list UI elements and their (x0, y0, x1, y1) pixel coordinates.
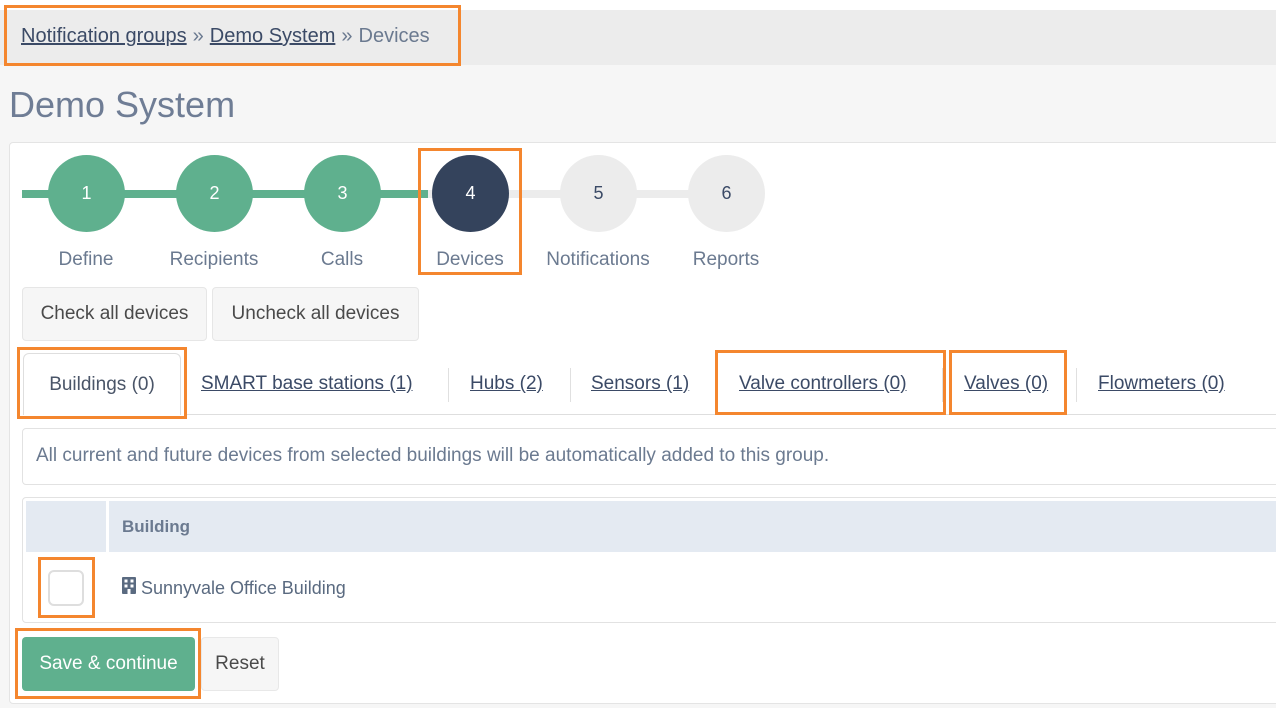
breadcrumb-current: Devices (358, 25, 430, 47)
step-2-circle[interactable]: 2 (176, 155, 253, 232)
tab-smart-base-stations[interactable]: SMART base stations (1) (201, 373, 413, 395)
step-4-circle[interactable]: 4 (432, 155, 509, 232)
table-header-building: Building (109, 501, 1276, 552)
step-4-label[interactable]: Devices (400, 249, 540, 271)
tab-hubs[interactable]: Hubs (2) (470, 373, 543, 395)
tab-divider (942, 368, 943, 402)
table-header-select (26, 501, 106, 552)
step-2-label[interactable]: Recipients (144, 249, 284, 271)
step-5-circle[interactable]: 5 (560, 155, 637, 232)
tab-divider (448, 368, 449, 402)
tab-divider (717, 368, 718, 402)
breadcrumb-separator: » (192, 25, 204, 47)
tab-valves[interactable]: Valves (0) (964, 373, 1048, 395)
check-all-devices-button[interactable]: Check all devices (22, 287, 207, 341)
step-3-circle[interactable]: 3 (304, 155, 381, 232)
uncheck-all-devices-button[interactable]: Uncheck all devices (212, 287, 419, 341)
tab-valve-controllers[interactable]: Valve controllers (0) (739, 373, 907, 395)
save-continue-button[interactable]: Save & continue (22, 637, 195, 691)
reset-button[interactable]: Reset (201, 637, 279, 691)
breadcrumb-demo-system[interactable]: Demo System (210, 25, 336, 47)
page-title: Demo System (9, 84, 236, 125)
table-row: Sunnyvale Office Building (122, 577, 346, 599)
info-message: All current and future devices from sele… (22, 428, 1276, 485)
step-6-circle[interactable]: 6 (688, 155, 765, 232)
tab-sensors[interactable]: Sensors (1) (591, 373, 689, 395)
tab-divider (1076, 368, 1077, 402)
step-6-label[interactable]: Reports (656, 249, 796, 271)
building-icon (122, 577, 136, 599)
building-row-checkbox[interactable] (48, 570, 84, 606)
breadcrumb-separator: » (341, 25, 353, 47)
tabs-underline (184, 414, 1276, 415)
tab-divider (570, 368, 571, 402)
breadcrumb: Notification groups» Demo System» Devices (21, 25, 430, 48)
step-3-label[interactable]: Calls (272, 249, 412, 271)
breadcrumb-notification-groups[interactable]: Notification groups (21, 25, 187, 47)
step-1-circle[interactable]: 1 (48, 155, 125, 232)
tab-buildings[interactable]: Buildings (0) (23, 353, 181, 415)
tab-flowmeters[interactable]: Flowmeters (0) (1098, 373, 1225, 395)
step-5-label[interactable]: Notifications (528, 249, 668, 271)
step-1-label[interactable]: Define (16, 249, 156, 271)
building-name: Sunnyvale Office Building (141, 577, 346, 598)
